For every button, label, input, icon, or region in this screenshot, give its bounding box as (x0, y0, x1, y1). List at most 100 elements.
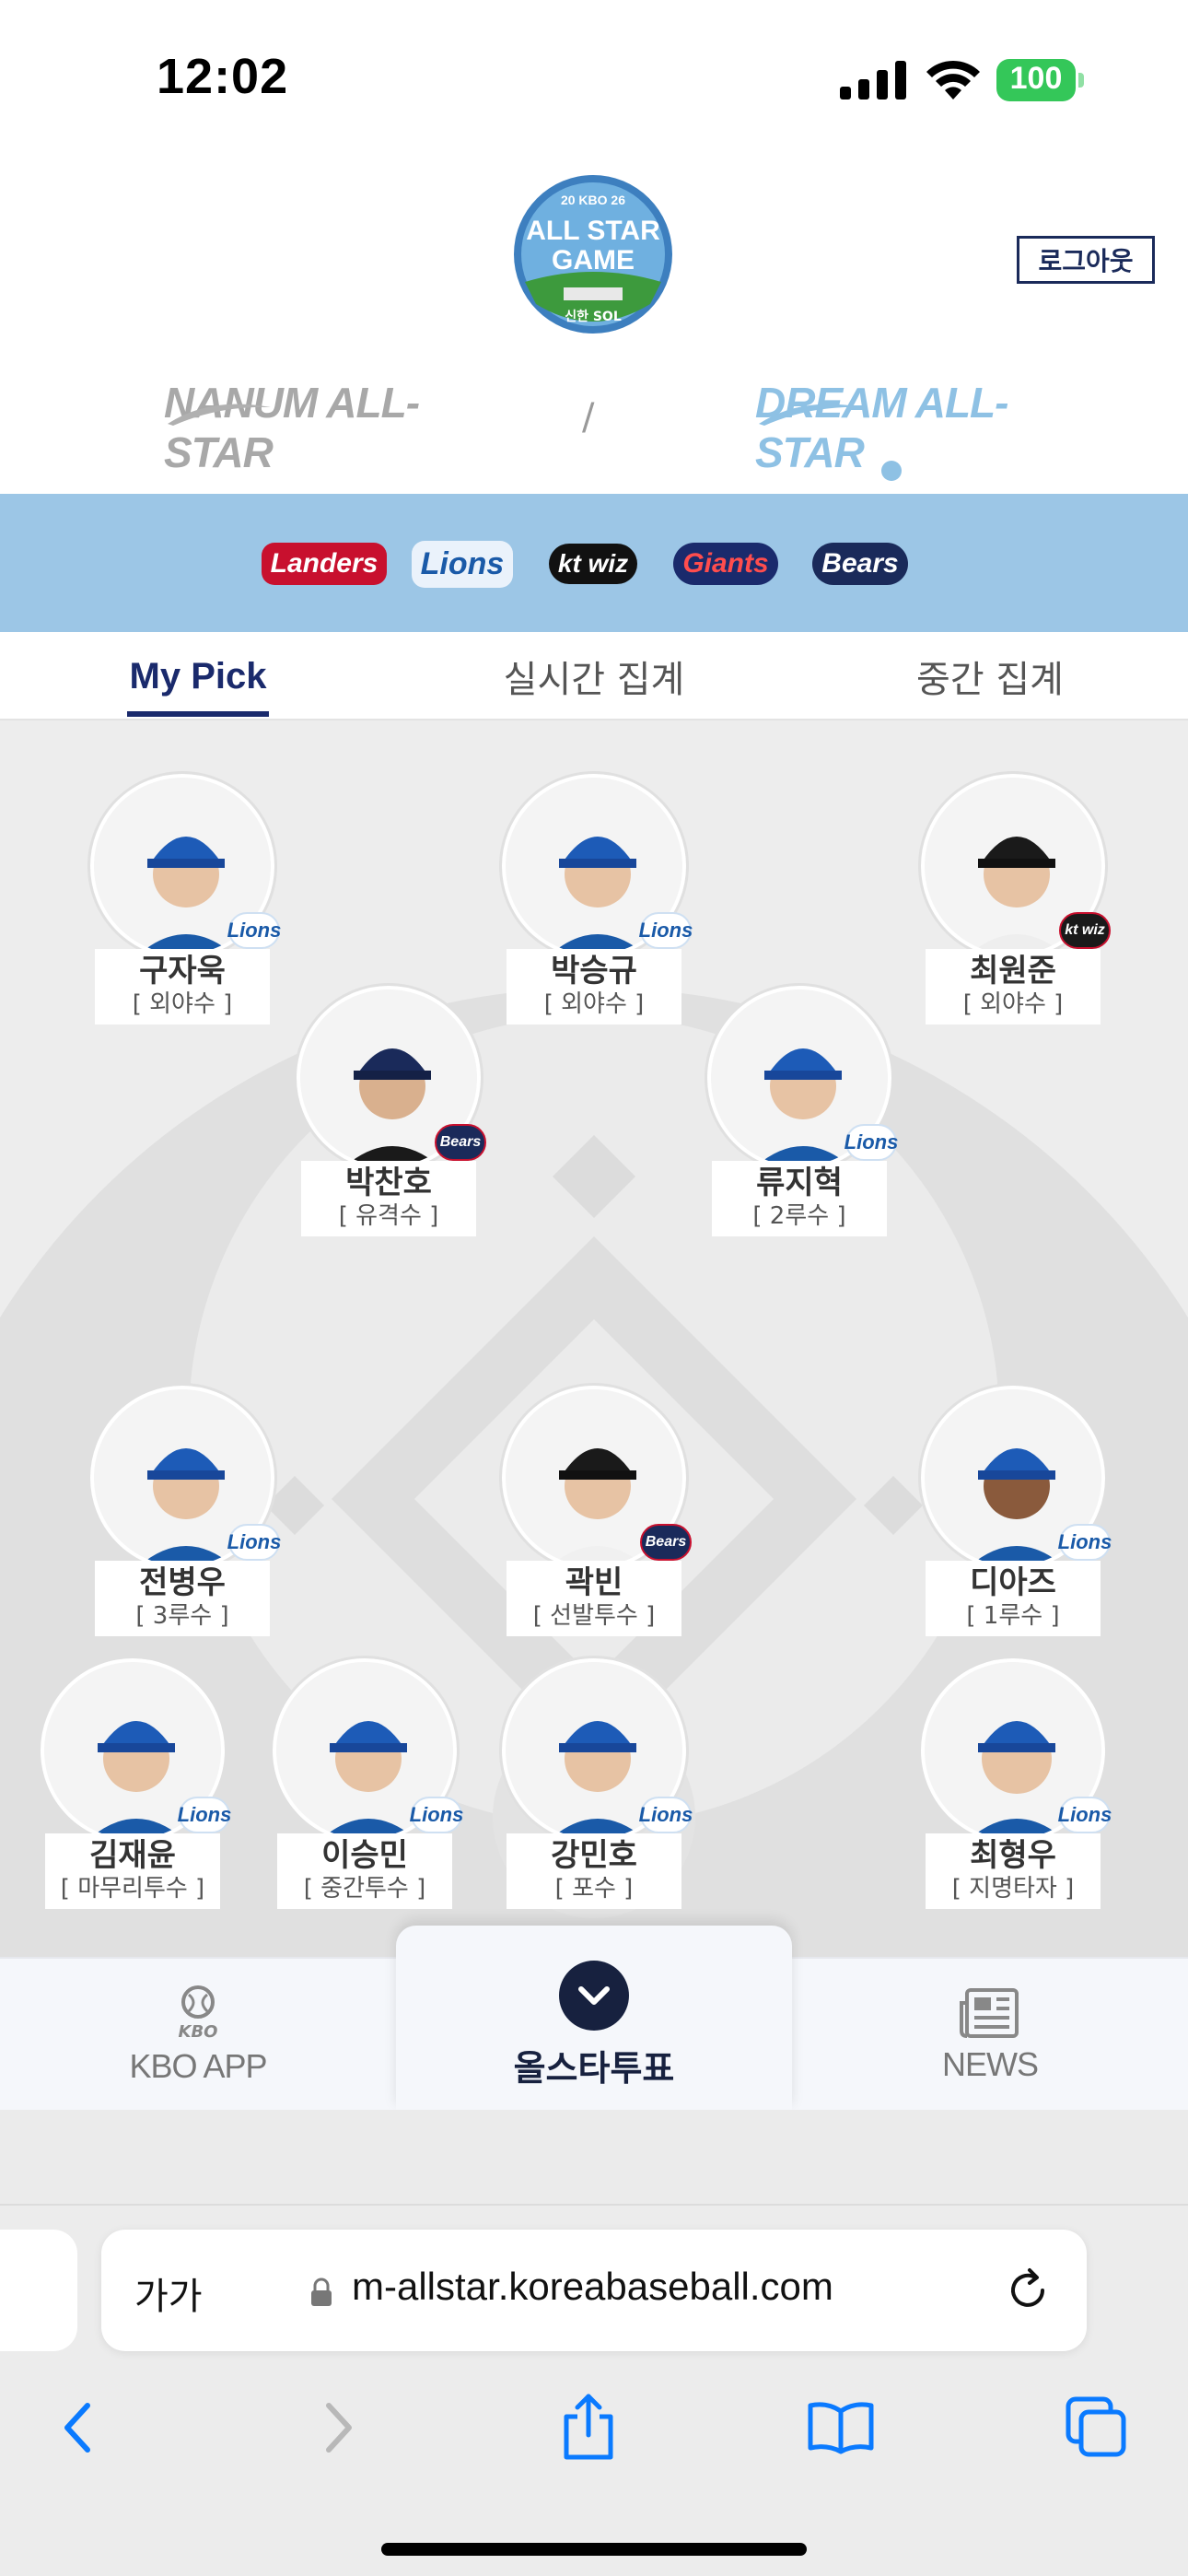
tabs-button[interactable] (1055, 2386, 1138, 2469)
chevron-left-icon (64, 2403, 90, 2453)
team-badge-icon: Lions (639, 1797, 693, 1833)
player-position: [ 선발투수 ] (532, 1602, 656, 1630)
svg-text:GAME: GAME (552, 245, 635, 275)
team-logo-lions[interactable]: Lions (409, 520, 516, 608)
player-name: 곽빈 (565, 1564, 623, 1601)
player-name: 최형우 (970, 1837, 1056, 1874)
back-button[interactable] (37, 2386, 120, 2469)
home-indicator[interactable] (381, 2543, 807, 2556)
player-position: [ 외야수 ] (132, 990, 233, 1018)
player-card[interactable]: Bears 박찬호 [ 유격수 ] (297, 986, 486, 1236)
battery-icon: 100 (996, 59, 1085, 101)
player-name: 구자욱 (139, 953, 226, 989)
player-position: [ 포수 ] (554, 1875, 634, 1903)
player-position: [ 중간투수 ] (303, 1875, 426, 1903)
player-name: 류지혁 (756, 1165, 843, 1201)
share-icon (564, 2394, 613, 2460)
player-card[interactable]: Lions 전병우 [ 3루수 ] (90, 1386, 281, 1636)
reload-icon[interactable] (1002, 2265, 1054, 2316)
status-bar: 12:02 100 (0, 0, 1188, 147)
team-badge-icon: kt wiz (1059, 912, 1111, 949)
chevron-right-icon (326, 2403, 352, 2453)
logout-button[interactable]: 로그아웃 (1017, 236, 1155, 284)
dream-allstar-tab[interactable]: DREAM ALL-STAR (755, 379, 1022, 476)
tab-mid-tally[interactable]: 중간 집계 (884, 632, 1096, 720)
team-logo-giants[interactable]: Giants (672, 520, 779, 608)
team-badge-icon: Lions (1058, 1524, 1112, 1561)
player-name: 최원준 (970, 953, 1056, 989)
allstar-vote-button[interactable]: 올스타투표 (396, 1926, 792, 2110)
player-name: 강민호 (551, 1837, 637, 1874)
kbo-small-label: KBO (178, 2021, 218, 2042)
logo-sponsor-text: 신한 SOL (565, 310, 622, 324)
cellular-signal-icon (840, 61, 906, 100)
player-position: [ 외야수 ] (962, 990, 1064, 1018)
browser-toolbar: 가가 m-allstar.koreabaseball.com (0, 2206, 1188, 2576)
kbo-ball-icon (181, 1985, 215, 2019)
allstar-game-logo: 20 KBO 26 ALL STAR GAME 신한 SOL (514, 175, 672, 334)
active-tab-underline (127, 711, 269, 717)
team-badge-icon: Lions (410, 1797, 463, 1833)
url-text: m-allstar.koreabaseball.com (352, 2265, 833, 2308)
player-card[interactable]: Lions 김재윤 [ 마무리투수 ] (41, 1658, 231, 1909)
address-bar[interactable]: 가가 m-allstar.koreabaseball.com (101, 2230, 1087, 2351)
selected-league-indicator (881, 461, 902, 481)
player-card[interactable]: Bears 곽빈 [ 선발투수 ] (502, 1386, 692, 1636)
nanum-allstar-label: NANUM ALL-STAR (164, 379, 420, 476)
newspaper-icon (960, 1988, 1019, 2038)
page-settings-button[interactable]: 가가 (134, 2266, 203, 2320)
tab-live-tally[interactable]: 실시간 집계 (488, 632, 700, 720)
status-time: 12:02 (157, 49, 289, 104)
player-position: [ 2루수 ] (752, 1202, 846, 1230)
swoosh-icon (759, 404, 862, 426)
swoosh-icon (168, 404, 271, 426)
team-logo-bears[interactable]: Bears (807, 520, 914, 608)
player-card[interactable]: kt wiz 최원준 [ 외야수 ] (921, 774, 1111, 1025)
team-logo-bar: Landers Lions kt wiz Giants Bears (0, 494, 1188, 632)
news-label: NEWS (942, 2045, 1039, 2083)
page-footer-area (0, 2110, 1188, 2206)
battery-level: 100 (1009, 61, 1063, 96)
team-badge-icon: Lions (178, 1797, 231, 1833)
previous-tab-preview[interactable] (0, 2230, 77, 2351)
nanum-allstar-tab[interactable]: NANUM ALL-STAR (164, 379, 431, 476)
news-button[interactable]: NEWS (884, 1959, 1096, 2112)
player-name: 박찬호 (345, 1165, 432, 1201)
team-badge-icon: Bears (435, 1124, 486, 1161)
player-card[interactable]: Lions 강민호 [ 포수 ] (502, 1658, 693, 1909)
player-position: [ 1루수 ] (966, 1602, 1060, 1630)
result-tabs: My Pick 실시간 집계 중간 집계 (0, 632, 1188, 720)
player-name: 이승민 (321, 1837, 408, 1874)
league-divider: / (582, 396, 595, 439)
player-card[interactable]: Lions 이승민 [ 중간투수 ] (273, 1658, 463, 1909)
player-name: 전병우 (139, 1564, 226, 1601)
league-selector: NANUM ALL-STAR / DREAM ALL-STAR (0, 369, 1188, 488)
book-icon (808, 2402, 874, 2454)
baseball-field: Lions 구자욱 [ 외야수 ] Lions 박승규 [ 외야수 ] kt w… (0, 720, 1188, 1957)
team-badge-icon: Lions (639, 912, 693, 949)
bookmarks-button[interactable] (799, 2386, 882, 2469)
tab-my-pick[interactable]: My Pick (92, 632, 304, 720)
forward-button[interactable] (297, 2386, 379, 2469)
share-button[interactable] (547, 2386, 630, 2469)
team-badge-icon: Lions (227, 912, 281, 949)
team-logo-ktwiz[interactable]: kt wiz (540, 520, 646, 608)
team-logo-landers[interactable]: Landers (261, 520, 388, 608)
player-card[interactable]: Lions 디아즈 [ 1루수 ] (921, 1386, 1112, 1636)
player-position: [ 3루수 ] (135, 1602, 229, 1630)
player-name: 박승규 (551, 953, 637, 989)
team-badge-icon: Lions (844, 1124, 898, 1161)
wifi-icon (926, 60, 980, 100)
chevron-down-icon (559, 1961, 629, 2031)
player-card[interactable]: Lions 최형우 [ 지명타자 ] (921, 1658, 1112, 1909)
player-card[interactable]: Lions 박승규 [ 외야수 ] (502, 774, 693, 1025)
kbo-app-button[interactable]: KBO KBO APP (92, 1959, 304, 2112)
player-position: [ 마무리투수 ] (60, 1875, 205, 1903)
player-name: 디아즈 (970, 1564, 1056, 1601)
lock-icon (311, 2277, 332, 2306)
player-card[interactable]: Lions 구자욱 [ 외야수 ] (90, 774, 281, 1025)
player-position: [ 외야수 ] (543, 990, 645, 1018)
allstar-vote-label: 올스타투표 (513, 2048, 675, 2089)
player-card[interactable]: Lions 류지혁 [ 2루수 ] (707, 986, 898, 1236)
team-badge-icon: Bears (640, 1524, 692, 1561)
